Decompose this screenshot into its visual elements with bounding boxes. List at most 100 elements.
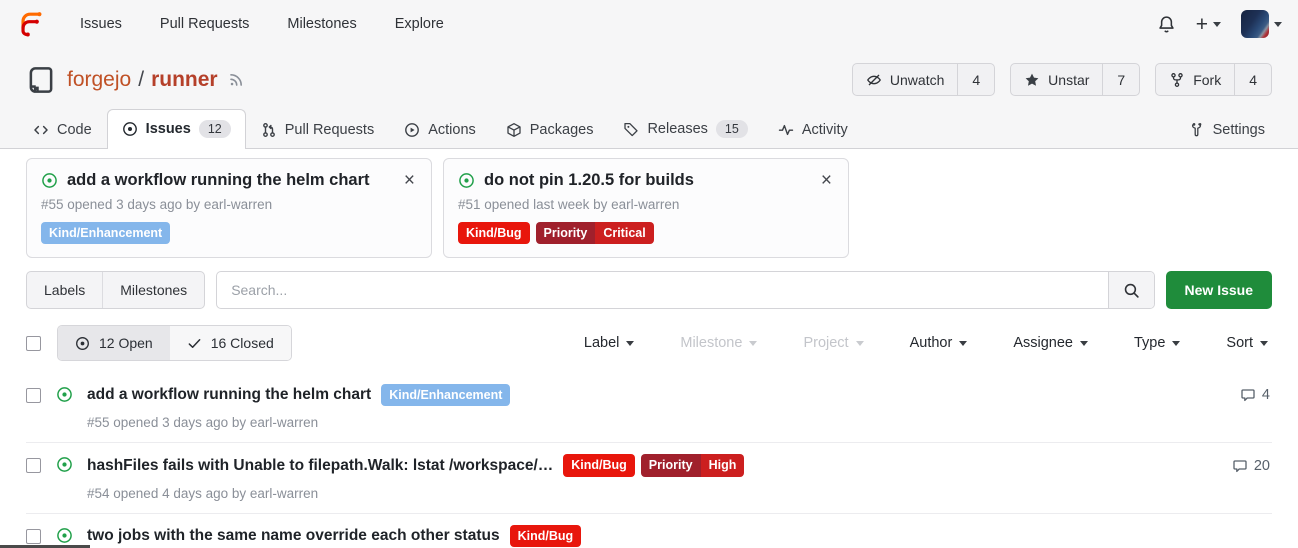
issue-label-scoped[interactable]: PriorityHigh bbox=[641, 454, 745, 476]
pinned-issue-card[interactable]: do not pin 1.20.5 for builds × #51 opene… bbox=[443, 158, 849, 258]
nav-pull-requests[interactable]: Pull Requests bbox=[160, 16, 249, 32]
issue-title-link[interactable]: add a workflow running the helm chart bbox=[87, 386, 371, 404]
issues-count-badge: 12 bbox=[199, 120, 231, 138]
issue-label[interactable]: Kind/Bug bbox=[458, 222, 530, 244]
pinned-issue-labels: Kind/Enhancement bbox=[41, 222, 417, 244]
user-avatar bbox=[1241, 10, 1269, 38]
label-filter-dropdown[interactable]: Label bbox=[584, 335, 634, 351]
package-icon bbox=[506, 122, 522, 138]
new-issue-button[interactable]: New Issue bbox=[1166, 271, 1272, 309]
milestone-filter-dropdown[interactable]: Milestone bbox=[680, 335, 757, 351]
tab-label: Activity bbox=[802, 122, 848, 138]
comment-icon bbox=[1232, 458, 1248, 474]
pinned-issue-meta: #51 opened last week by earl-warren bbox=[458, 197, 834, 212]
close-icon[interactable]: × bbox=[819, 171, 834, 190]
plus-icon: + bbox=[1196, 14, 1208, 35]
repo-owner-link[interactable]: forgejo bbox=[67, 68, 131, 92]
tab-packages[interactable]: Packages bbox=[491, 111, 609, 149]
author-filter-dropdown[interactable]: Author bbox=[910, 335, 968, 351]
forks-count[interactable]: 4 bbox=[1235, 64, 1271, 95]
dropdown-label: Project bbox=[803, 335, 848, 351]
milestones-button[interactable]: Milestones bbox=[102, 272, 204, 308]
tab-activity[interactable]: Activity bbox=[763, 111, 863, 149]
watchers-count[interactable]: 4 bbox=[958, 64, 994, 95]
eye-off-icon bbox=[866, 72, 882, 88]
sort-filter-dropdown[interactable]: Sort bbox=[1226, 335, 1268, 351]
search-bar bbox=[216, 271, 1154, 309]
issue-label[interactable]: Kind/Bug bbox=[510, 525, 582, 547]
issue-title-link[interactable]: hashFiles fails with Unable to filepath.… bbox=[87, 457, 553, 475]
closed-issues-filter[interactable]: 16 Closed bbox=[170, 326, 291, 360]
tab-settings[interactable]: Settings bbox=[1174, 111, 1280, 149]
issue-comments-count[interactable]: 20 bbox=[1232, 458, 1272, 474]
star-icon bbox=[1024, 72, 1040, 88]
close-icon[interactable]: × bbox=[402, 171, 417, 190]
repo-action-buttons: Unwatch 4 Unstar 7 bbox=[852, 63, 1272, 96]
pinned-issue-card[interactable]: add a workflow running the helm chart × … bbox=[26, 158, 432, 258]
user-menu[interactable] bbox=[1241, 10, 1282, 38]
issue-label-scoped[interactable]: PriorityCritical bbox=[536, 222, 654, 244]
repo-name-link[interactable]: runner bbox=[151, 68, 218, 92]
unwatch-button[interactable]: Unwatch 4 bbox=[852, 63, 995, 96]
search-icon bbox=[1123, 282, 1140, 299]
nav-milestones[interactable]: Milestones bbox=[287, 16, 356, 32]
issue-label[interactable]: Kind/Enhancement bbox=[381, 384, 510, 406]
stars-count[interactable]: 7 bbox=[1103, 64, 1139, 95]
open-issues-filter[interactable]: 12 Open bbox=[58, 326, 170, 360]
tab-label: Pull Requests bbox=[285, 122, 374, 138]
repo-tab-bar: Code Issues 12 Pull Requests Actions bbox=[0, 108, 1298, 149]
nav-explore[interactable]: Explore bbox=[395, 16, 444, 32]
tab-issues[interactable]: Issues 12 bbox=[107, 109, 246, 149]
dropdown-label: Milestone bbox=[680, 335, 742, 351]
play-circle-icon bbox=[404, 122, 420, 138]
issue-label[interactable]: Kind/Enhancement bbox=[41, 222, 170, 244]
issue-opened-icon bbox=[75, 336, 90, 351]
type-filter-dropdown[interactable]: Type bbox=[1134, 335, 1180, 351]
issue-open-icon bbox=[458, 172, 475, 189]
pinned-issue-title[interactable]: add a workflow running the helm chart bbox=[67, 171, 393, 190]
select-all-checkbox[interactable] bbox=[26, 336, 41, 351]
tab-releases[interactable]: Releases 15 bbox=[608, 109, 762, 149]
open-count-label: 12 Open bbox=[99, 335, 153, 351]
forgejo-logo-icon[interactable] bbox=[16, 9, 46, 39]
issue-label[interactable]: Kind/Bug bbox=[563, 454, 635, 476]
tab-code[interactable]: Code bbox=[18, 111, 107, 149]
issues-toolbar: Labels Milestones New Issue bbox=[26, 271, 1272, 309]
open-closed-toggle: 12 Open 16 Closed bbox=[57, 325, 292, 361]
tab-pull-requests[interactable]: Pull Requests bbox=[246, 111, 389, 149]
fork-icon bbox=[1169, 72, 1185, 88]
issue-title-link[interactable]: two jobs with the same name override eac… bbox=[87, 527, 500, 545]
fork-button[interactable]: Fork 4 bbox=[1155, 63, 1272, 96]
repo-breadcrumb: forgejo / runner bbox=[67, 68, 218, 92]
tools-icon bbox=[1189, 122, 1205, 138]
dropdown-label: Author bbox=[910, 335, 953, 351]
issue-row: hashFiles fails with Unable to filepath.… bbox=[26, 442, 1272, 512]
pinned-issues: add a workflow running the helm chart × … bbox=[26, 149, 1272, 258]
filter-row: 12 Open 16 Closed Label Milestone Projec… bbox=[26, 325, 1272, 361]
issue-checkbox[interactable] bbox=[26, 458, 41, 473]
labels-button[interactable]: Labels bbox=[27, 272, 102, 308]
issue-checkbox[interactable] bbox=[26, 529, 41, 544]
pinned-issue-title[interactable]: do not pin 1.20.5 for builds bbox=[484, 171, 810, 190]
navbar-right-group: + bbox=[1157, 10, 1282, 38]
tab-label: Code bbox=[57, 122, 92, 138]
fork-label: Fork bbox=[1193, 72, 1221, 88]
assignee-filter-dropdown[interactable]: Assignee bbox=[1013, 335, 1088, 351]
create-new-menu[interactable]: + bbox=[1196, 14, 1221, 35]
chevron-down-icon bbox=[959, 341, 967, 346]
tab-actions[interactable]: Actions bbox=[389, 111, 491, 149]
project-filter-dropdown[interactable]: Project bbox=[803, 335, 863, 351]
unstar-button[interactable]: Unstar 7 bbox=[1010, 63, 1140, 96]
issues-page-content: add a workflow running the helm chart × … bbox=[0, 149, 1298, 548]
notifications-bell-icon[interactable] bbox=[1157, 15, 1176, 34]
issue-comments-count[interactable]: 4 bbox=[1240, 387, 1272, 403]
page-header-region: Issues Pull Requests Milestones Explore … bbox=[0, 0, 1298, 149]
issue-checkbox[interactable] bbox=[26, 388, 41, 403]
search-button[interactable] bbox=[1108, 272, 1154, 308]
nav-issues[interactable]: Issues bbox=[80, 16, 122, 32]
issue-list: add a workflow running the helm chart Ki… bbox=[26, 373, 1272, 548]
tab-label: Issues bbox=[146, 121, 191, 137]
issue-row: add a workflow running the helm chart Ki… bbox=[26, 373, 1272, 442]
rss-feed-icon[interactable] bbox=[228, 71, 245, 88]
search-input[interactable] bbox=[217, 272, 1107, 308]
